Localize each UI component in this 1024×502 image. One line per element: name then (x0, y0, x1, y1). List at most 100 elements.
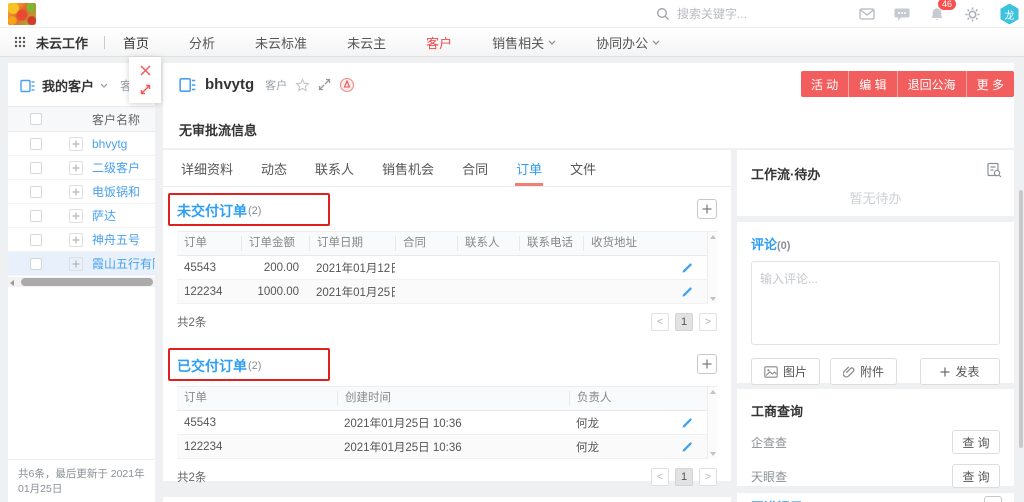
row-checkbox[interactable] (30, 186, 42, 198)
current-page[interactable]: 1 (675, 313, 693, 331)
row-checkbox[interactable] (30, 138, 42, 150)
tab-details[interactable]: 详细资料 (167, 150, 247, 186)
bell-icon[interactable]: 46 (929, 6, 945, 22)
current-page[interactable]: 1 (675, 468, 693, 486)
expand-plus-icon[interactable] (69, 137, 83, 151)
nav-item-main[interactable]: 未云主 (347, 33, 386, 52)
workflow-search-icon[interactable] (986, 162, 1002, 178)
order-link[interactable]: 122234 (177, 441, 337, 453)
scroll-up-arrow[interactable] (710, 390, 716, 394)
query-button[interactable]: 查 询 (952, 464, 1000, 488)
attachment-button[interactable]: 附件 (830, 358, 897, 385)
nav-item-analysis[interactable]: 分析 (189, 33, 215, 52)
order-link[interactable]: 122234 (177, 286, 241, 298)
star-icon[interactable] (295, 78, 310, 92)
row-checkbox[interactable] (30, 162, 42, 174)
customer-link[interactable]: 霞山五行有限 (92, 255, 155, 272)
publish-button[interactable]: 发表 (920, 358, 1000, 385)
customer-row-selected[interactable]: 霞山五行有限 (8, 252, 155, 276)
table-scrollbar[interactable] (707, 232, 717, 304)
tab-opportunities[interactable]: 销售机会 (368, 150, 448, 186)
customer-link[interactable]: bhvytg (92, 137, 127, 151)
customer-link[interactable]: 电饭锅和 (92, 183, 140, 200)
more-button[interactable]: 更 多 (966, 71, 1014, 97)
nav-item-home[interactable]: 首页 (123, 33, 149, 52)
table-scrollbar[interactable] (707, 387, 717, 459)
select-all-checkbox[interactable] (30, 113, 42, 125)
comments-panel: 评论(0) 图片 附件 发表 (737, 222, 1014, 383)
scrollbar-thumb[interactable] (21, 278, 153, 286)
nav-item-standard[interactable]: 未云标准 (255, 33, 307, 52)
app-logo[interactable] (8, 3, 36, 25)
global-search[interactable] (655, 0, 827, 28)
workspace-title[interactable]: 未云工作 (36, 33, 88, 52)
customer-link[interactable]: 神舟五号 (92, 231, 140, 248)
chevron-left-icon[interactable]: < (651, 468, 669, 486)
scroll-down-arrow[interactable] (710, 297, 716, 301)
horizontal-scrollbar[interactable] (8, 277, 155, 287)
close-icon[interactable] (139, 64, 152, 77)
nav-item-customers[interactable]: 客户 (426, 33, 452, 52)
customer-row[interactable]: 电饭锅和 (8, 180, 155, 204)
row-actions (663, 262, 707, 274)
search-icon[interactable] (655, 6, 671, 22)
order-link[interactable]: 45543 (177, 262, 241, 274)
expand-plus-icon[interactable] (69, 209, 83, 223)
edit-icon[interactable] (681, 262, 693, 274)
row-checkbox[interactable] (30, 234, 42, 246)
scroll-down-arrow[interactable] (710, 452, 716, 456)
add-order-button[interactable] (697, 199, 717, 219)
query-button[interactable]: 查 询 (952, 430, 1000, 454)
activity-button[interactable]: 活 动 (801, 71, 848, 97)
chat-icon[interactable] (894, 6, 910, 22)
split-icon[interactable] (318, 78, 331, 91)
apps-grid-icon[interactable] (14, 36, 26, 48)
chevron-right-icon[interactable]: > (699, 313, 717, 331)
view-selector[interactable]: 我的客户 (42, 76, 94, 95)
edit-button[interactable]: 编 辑 (848, 71, 896, 97)
chevron-left-icon[interactable]: < (651, 313, 669, 331)
image-button[interactable]: 图片 (751, 358, 820, 385)
table-row: 122234 2021年01月25日 10:36 何龙 (177, 435, 717, 459)
expand-plus-icon[interactable] (69, 233, 83, 247)
customer-row[interactable]: 萨达 (8, 204, 155, 228)
scrollbar-thumb[interactable] (1019, 190, 1023, 448)
chevron-down-icon[interactable] (100, 83, 108, 88)
page-scrollbar[interactable] (1019, 190, 1023, 448)
edit-icon[interactable] (681, 286, 693, 298)
tab-activity[interactable]: 动态 (247, 150, 301, 186)
search-input[interactable] (677, 7, 827, 21)
customer-row[interactable]: 二级客户 (8, 156, 155, 180)
customer-row[interactable]: 神舟五号 (8, 228, 155, 252)
nav-item-sales[interactable]: 销售相关 (492, 33, 556, 52)
order-date: 2021年01月12日 (309, 260, 395, 276)
gear-icon[interactable] (964, 6, 980, 22)
tab-contracts[interactable]: 合同 (448, 150, 502, 186)
comment-input[interactable] (751, 261, 1000, 345)
add-order-button[interactable] (697, 354, 717, 374)
edit-icon[interactable] (681, 441, 693, 453)
mail-icon[interactable] (859, 6, 875, 22)
edit-icon[interactable] (681, 417, 693, 429)
expand-plus-icon[interactable] (69, 257, 83, 271)
tab-orders[interactable]: 订单 (502, 150, 556, 186)
row-checkbox[interactable] (30, 258, 42, 270)
scroll-left-arrow[interactable] (10, 280, 14, 286)
user-avatar[interactable]: 龙 (999, 4, 1020, 25)
chevron-right-icon[interactable]: > (699, 468, 717, 486)
expand-plus-icon[interactable] (69, 185, 83, 199)
scroll-up-arrow[interactable] (710, 235, 716, 239)
customer-row[interactable]: bhvytg (8, 132, 155, 156)
add-button[interactable] (984, 496, 1002, 502)
customer-link[interactable]: 萨达 (92, 207, 116, 224)
nav-item-collaboration[interactable]: 协同办公 (596, 33, 660, 52)
seal-icon[interactable] (339, 77, 355, 93)
expand-plus-icon[interactable] (69, 161, 83, 175)
return-to-pool-button[interactable]: 退回公海 (897, 71, 966, 97)
customer-link[interactable]: 二级客户 (92, 159, 140, 176)
expand-icon[interactable] (139, 83, 152, 96)
row-checkbox[interactable] (30, 210, 42, 222)
tab-files[interactable]: 文件 (556, 150, 610, 186)
order-link[interactable]: 45543 (177, 417, 337, 429)
tab-contacts[interactable]: 联系人 (301, 150, 368, 186)
